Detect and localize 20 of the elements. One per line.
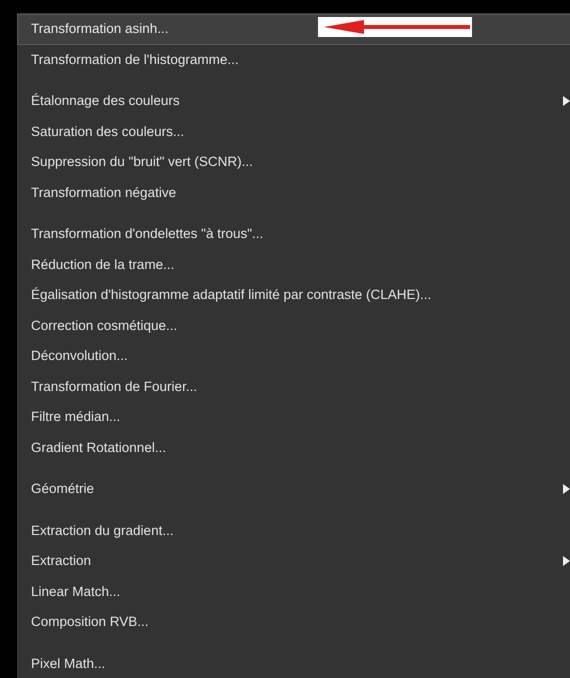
menu-item[interactable]: Saturation des couleurs... — [17, 116, 570, 147]
menu-item[interactable]: Transformation négative — [17, 178, 570, 208]
menu-item[interactable]: Transformation de Fourier... — [17, 372, 570, 402]
menu-item[interactable]: Linear Match... — [17, 576, 570, 607]
menu-item[interactable]: Géométrie — [17, 474, 570, 504]
menu-item[interactable]: Étalonnage des couleurs — [17, 86, 570, 116]
menu-item[interactable]: Déconvolution... — [17, 341, 570, 372]
menu-item[interactable]: Transformation de l'histogramme... — [17, 44, 570, 75]
menu-item[interactable]: Composition RVB... — [17, 607, 570, 638]
menu-item[interactable]: Extraction — [17, 546, 570, 576]
menu-item[interactable]: Transformation d'ondelettes "à trous"... — [17, 219, 570, 250]
menu-item[interactable]: Réduction de la trame... — [17, 250, 570, 280]
menu-item[interactable]: Égalisation d'histogramme adaptatif limité par contraste (CLAHE)... — [17, 280, 570, 310]
menu-item[interactable]: Suppression du "bruit" vert (SCNR)... — [17, 147, 570, 178]
menu-item[interactable]: Gradient Rotationnel... — [17, 432, 570, 463]
menu-item[interactable]: Filtre médian... — [17, 402, 570, 432]
menu-item[interactable]: Pixel Math... — [17, 648, 570, 678]
menu-item[interactable]: Correction cosmétique... — [17, 310, 570, 341]
menu-item[interactable]: Extraction du gradient... — [17, 516, 570, 546]
arrow-annotation-icon — [318, 17, 472, 37]
